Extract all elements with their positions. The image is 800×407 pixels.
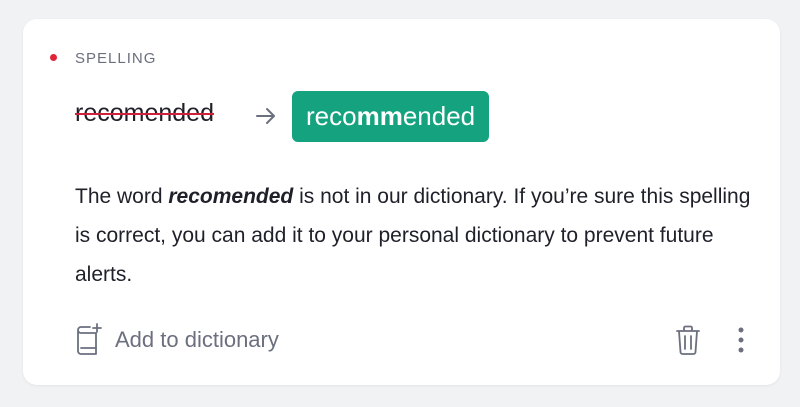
- category-indicator-dot: [50, 54, 57, 61]
- suggestion-button[interactable]: recommended: [292, 91, 490, 142]
- more-vertical-icon[interactable]: [731, 325, 751, 355]
- add-to-dictionary-button[interactable]: Add to dictionary: [75, 323, 279, 357]
- suggestion-card: SPELLING recomended recommended The word…: [23, 19, 780, 385]
- suggestion-suffix: ended: [402, 101, 476, 131]
- description-word: recomended: [168, 185, 294, 208]
- category-label: SPELLING: [75, 50, 157, 67]
- description-before: The word: [75, 185, 169, 208]
- add-to-dictionary-label: Add to dictionary: [115, 327, 279, 352]
- original-word: recomended: [75, 99, 214, 127]
- arrow-right-icon: [256, 108, 275, 124]
- add-to-dictionary-icon: [77, 323, 102, 355]
- suggestion-highlight: mm: [356, 101, 403, 131]
- description: The word recomended is not in our dictio…: [75, 177, 755, 294]
- trash-icon[interactable]: [674, 323, 702, 357]
- suggestion-prefix: reco: [306, 101, 357, 131]
